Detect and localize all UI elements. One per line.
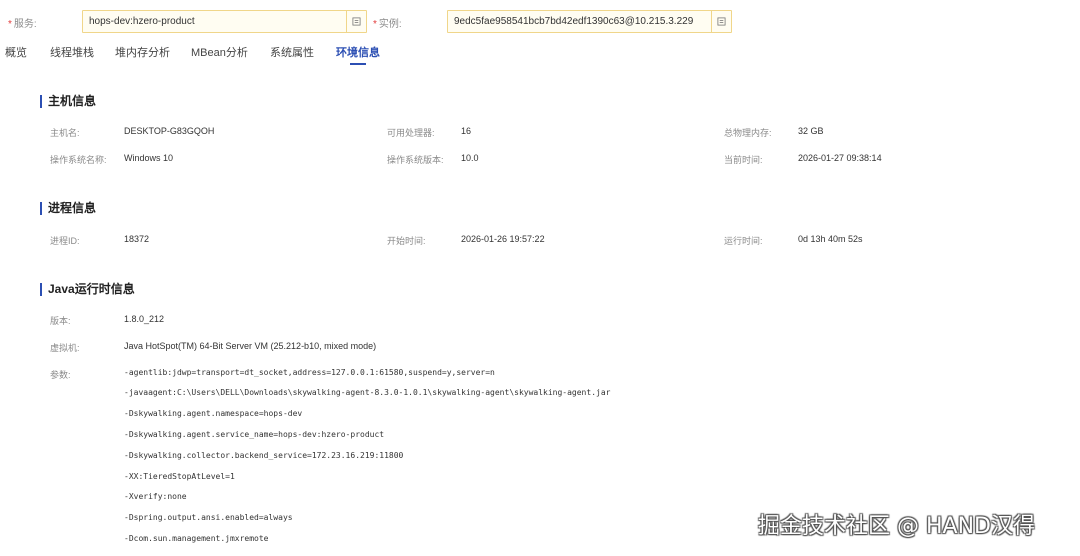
picker-icon: [717, 17, 726, 26]
memory-value: 32 GB: [798, 126, 824, 136]
tab-system-properties[interactable]: 系统属性: [270, 44, 314, 66]
jvm-arg: -Xverify:none: [124, 492, 187, 501]
jvm-arg: -Dskywalking.agent.service_name=hops-dev…: [124, 430, 385, 439]
service-select[interactable]: hops-dev:hzero-product: [82, 10, 367, 33]
os-name-value: Windows 10: [124, 153, 174, 163]
process-section-title: 进程信息: [40, 202, 96, 215]
picker-icon: [352, 17, 361, 26]
service-label-text: 服务:: [13, 19, 37, 30]
watermark: 掘金技术社区 @ HAND汉得: [758, 514, 1035, 539]
tab-overview[interactable]: 概览: [5, 44, 27, 66]
tab-mbean[interactable]: MBean分析: [191, 44, 248, 66]
service-value: hops-dev:hzero-product: [89, 16, 195, 27]
vm-label: 虚拟机:: [50, 343, 80, 353]
os-name-label: 操作系统名称:: [50, 155, 107, 165]
hostname-value: DESKTOP-G83GQOH: [124, 126, 215, 136]
java-section-title: Java运行时信息: [40, 283, 135, 296]
hostname-label: 主机名:: [50, 128, 80, 138]
jvm-arg: -Dcom.sun.management.jmxremote: [124, 534, 269, 543]
jvm-arg: -XX:TieredStopAtLevel=1: [124, 472, 235, 481]
jvm-arg: -javaagent:C:\Users\DELL\Downloads\skywa…: [124, 388, 611, 397]
tab-bar: 概览 线程堆栈 堆内存分析 MBean分析 系统属性 环境信息: [0, 40, 1080, 66]
vm-value: Java HotSpot(TM) 64-Bit Server VM (25.21…: [124, 341, 377, 351]
start-time-value: 2026-01-26 19:57:22: [461, 234, 545, 244]
service-label: * 服务:: [8, 19, 37, 30]
java-version-label: 版本:: [50, 316, 71, 326]
jvm-arg: -Dskywalking.collector.backend_service=1…: [124, 451, 404, 460]
uptime-value: 0d 13h 40m 52s: [798, 234, 863, 244]
pid-value: 18372: [124, 234, 150, 244]
instance-value: 9edc5fae958541bcb7bd42edf1390c63@10.215.…: [454, 16, 694, 27]
instance-picker-button[interactable]: [711, 11, 731, 32]
tab-environment[interactable]: 环境信息: [336, 44, 380, 66]
memory-label: 总物理内存:: [724, 128, 772, 138]
tab-heap-analysis[interactable]: 堆内存分析: [115, 44, 170, 66]
instance-select[interactable]: 9edc5fae958541bcb7bd42edf1390c63@10.215.…: [447, 10, 732, 33]
pid-label: 进程ID:: [50, 236, 80, 246]
jvm-arg: -Dspring.output.ansi.enabled=always: [124, 513, 293, 522]
cpus-value: 16: [461, 126, 472, 136]
instance-label-text: 实例:: [378, 19, 402, 30]
filter-bar: * 服务: hops-dev:hzero-product * 实例: 9edc5fa…: [0, 0, 1080, 40]
instance-label: * 实例:: [373, 19, 402, 30]
os-version-value: 10.0: [461, 153, 479, 163]
jvm-arg: -agentlib:jdwp=transport=dt_socket,addre…: [124, 368, 495, 377]
uptime-label: 运行时间:: [724, 236, 763, 246]
cpus-label: 可用处理器:: [387, 128, 435, 138]
start-time-label: 开始时间:: [387, 236, 426, 246]
current-time-label: 当前时间:: [724, 155, 763, 165]
args-label: 参数:: [50, 370, 71, 380]
os-version-label: 操作系统版本:: [387, 155, 444, 165]
service-picker-button[interactable]: [346, 11, 366, 32]
host-section-title: 主机信息: [40, 95, 96, 108]
jvm-arg: -Dskywalking.agent.namespace=hops-dev: [124, 409, 303, 418]
current-time-value: 2026-01-27 09:38:14: [798, 153, 882, 163]
tab-thread-stack[interactable]: 线程堆栈: [50, 44, 94, 66]
java-version-value: 1.8.0_212: [124, 314, 165, 324]
